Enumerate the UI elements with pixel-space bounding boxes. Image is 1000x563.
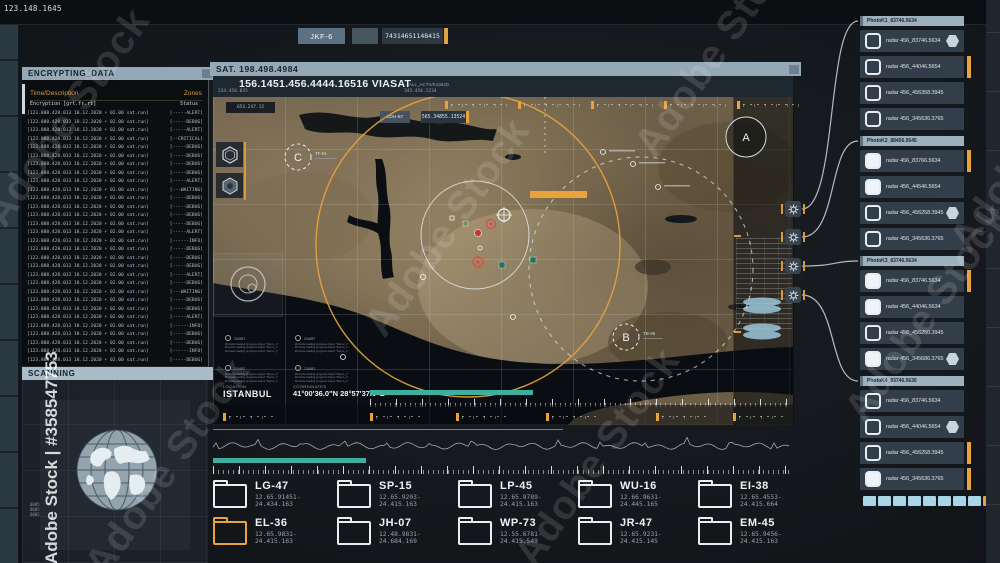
radar-row[interactable]: radar 456_83766.5634 xyxy=(860,150,971,172)
radar-row-label: radar 456_44046.5654 xyxy=(886,424,941,430)
radar-group-header: PhotoK2_88456.9545 xyxy=(860,136,964,146)
radar-checkbox[interactable] xyxy=(865,471,881,487)
progress-segment xyxy=(878,496,891,506)
radar-row[interactable]: radar 456_44546.5654 xyxy=(860,176,964,198)
progress-segment xyxy=(953,496,966,506)
radar-row-label: radar 456_456250.3945 xyxy=(886,330,944,336)
radar-checkbox[interactable] xyxy=(865,299,881,315)
surveillance-hud: 123.148.1645 JKF-6 74314651148415 ENCRYP… xyxy=(0,0,1000,563)
radar-checkbox[interactable] xyxy=(865,419,881,435)
radar-checkbox[interactable] xyxy=(865,205,881,221)
radar-checkbox[interactable] xyxy=(865,85,881,101)
radar-checkbox[interactable] xyxy=(865,111,881,127)
radar-row-label: radar 456_83746.5634 xyxy=(886,38,941,44)
hexagon-icon xyxy=(946,353,959,365)
gear-node-button[interactable] xyxy=(781,258,805,274)
radar-row[interactable]: radar 456_44046.5654 xyxy=(860,56,971,78)
radar-group: PhotoK3_83746.5634radar 456_83746.5634ra… xyxy=(860,256,971,370)
radar-group-header: PhotoK3_83746.5634 xyxy=(860,256,964,266)
right-edge-strip xyxy=(986,0,1000,563)
radar-row[interactable]: radar 456_345686.3765 xyxy=(860,348,964,370)
radar-row-label: radar 456_44046.5634 xyxy=(886,304,941,310)
progress-segment xyxy=(863,496,876,506)
gear-icon xyxy=(788,261,798,271)
radar-checkbox[interactable] xyxy=(865,351,881,367)
radar-row-label: radar 456_456258.3945 xyxy=(886,450,944,456)
radar-checkbox[interactable] xyxy=(865,33,881,49)
progress-segment xyxy=(923,496,936,506)
progress-segment xyxy=(893,496,906,506)
radar-checkbox[interactable] xyxy=(865,153,881,169)
gear-node-button[interactable] xyxy=(781,229,805,245)
gear-node-button[interactable] xyxy=(781,201,805,217)
radar-row[interactable]: radar 456_83746.5634 xyxy=(860,390,964,412)
radar-checkbox[interactable] xyxy=(865,179,881,195)
radar-row-label: radar 456_345636.3765 xyxy=(886,236,944,242)
radar-row[interactable]: radar 456_83746.5634 xyxy=(860,270,971,292)
radar-row-label: radar 456_456358.3945 xyxy=(886,90,944,96)
radar-row-label: radar 456_456258.3945 xyxy=(886,210,944,216)
radar-row[interactable]: radar 456_345636.3765 xyxy=(860,228,964,250)
segmented-progress-bar xyxy=(863,496,996,506)
connector-curves xyxy=(801,20,859,382)
radar-row[interactable]: radar 456_83746.5634 xyxy=(860,30,964,52)
radar-row[interactable]: radar 456_345636.3765 xyxy=(860,108,964,130)
radar-row-label: radar 456_83746.5634 xyxy=(886,398,941,404)
radar-group: PhotoK1_83746.5634radar 456_83746.5634ra… xyxy=(860,16,971,130)
radar-row[interactable]: radar 456_456358.3945 xyxy=(860,82,964,104)
radar-row[interactable]: radar 456_345636.3765 xyxy=(860,468,971,490)
radar-group: PhotoK4_83746.5636radar 456_83746.5634ra… xyxy=(860,376,971,490)
progress-segment xyxy=(968,496,981,506)
gear-icon xyxy=(788,232,798,242)
radar-checkbox[interactable] xyxy=(865,325,881,341)
radar-row[interactable]: radar 456_456250.3945 xyxy=(860,322,964,344)
radar-checkbox[interactable] xyxy=(865,445,881,461)
radar-list-panel: PhotoK1_83746.5634 radar 456_83746.5634 ra… xyxy=(860,16,971,496)
radar-row[interactable]: radar 456_456258.3945 xyxy=(860,442,971,464)
radar-row-label: radar 456_345686.3765 xyxy=(886,356,944,362)
radar-row-label: radar 456_44546.5654 xyxy=(886,184,941,190)
radar-checkbox[interactable] xyxy=(865,393,881,409)
radar-row-label: radar 456_83766.5634 xyxy=(886,158,941,164)
radar-checkbox[interactable] xyxy=(865,273,881,289)
radar-group: PhotoK2_88456.9545radar 456_83766.5634ra… xyxy=(860,136,971,250)
radar-row-label: radar 456_345636.3765 xyxy=(886,116,944,122)
radar-row[interactable]: radar 456_44046.5654 xyxy=(860,416,964,438)
progress-segment xyxy=(908,496,921,506)
radar-checkbox[interactable] xyxy=(865,231,881,247)
radar-row-label: radar 456_83746.5634 xyxy=(886,278,941,284)
radar-checkbox[interactable] xyxy=(865,59,881,75)
radar-row[interactable]: radar 456_456258.3945 xyxy=(860,202,964,224)
progress-segment xyxy=(938,496,951,506)
radar-row-label: radar 456_44046.5654 xyxy=(886,64,941,70)
hexagon-icon xyxy=(946,35,959,47)
hexagon-icon xyxy=(946,421,959,433)
gear-icon xyxy=(788,204,798,214)
radar-row[interactable]: radar 456_44046.5634 xyxy=(860,296,964,318)
radar-row-label: radar 456_345636.3765 xyxy=(886,476,944,482)
hexagon-icon xyxy=(946,207,959,219)
gear-icon xyxy=(788,290,798,300)
radar-group-header: PhotoK1_83746.5634 xyxy=(860,16,964,26)
gear-node-button[interactable] xyxy=(781,287,805,303)
radar-group-header: PhotoK4_83746.5636 xyxy=(860,376,964,386)
